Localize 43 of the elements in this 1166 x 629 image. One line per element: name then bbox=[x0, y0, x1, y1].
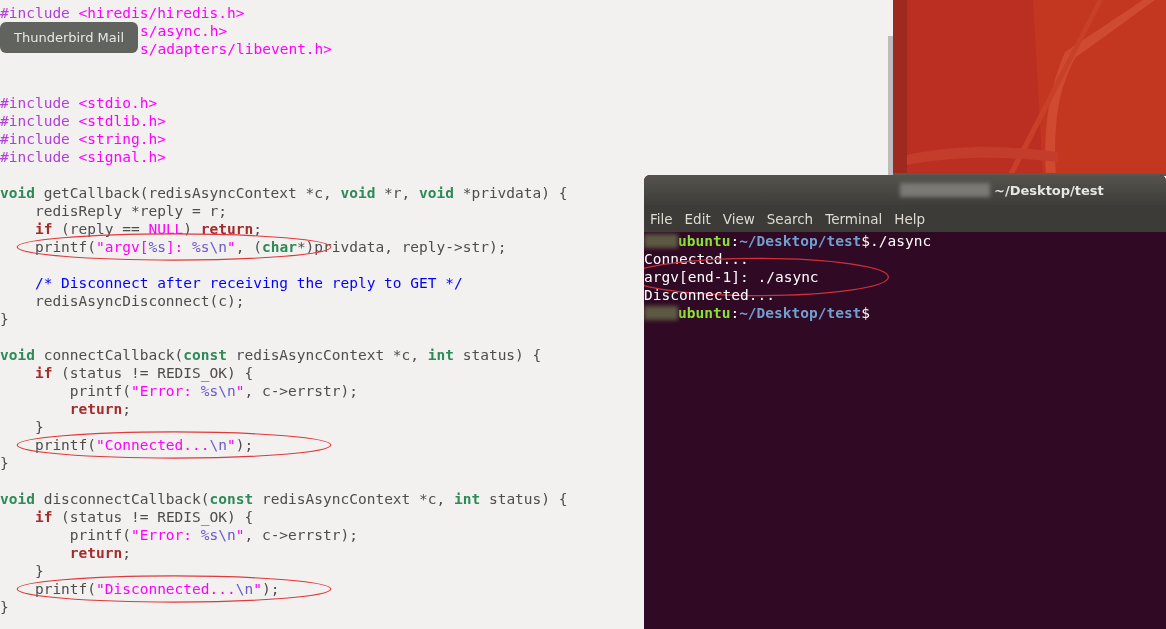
menu-item[interactable]: Terminal bbox=[825, 210, 883, 227]
code-line: } bbox=[33, 418, 44, 436]
redaction-blur bbox=[644, 234, 678, 248]
code-line: #include <hiredis/hiredis.h> bbox=[0, 4, 245, 22]
code-line: void disconnectCallback(const redisAsyncContext *c, int status) { bbox=[0, 490, 568, 508]
terminal-output: argv[end-1]: ./async bbox=[644, 268, 819, 286]
tooltip: Thunderbird Mail bbox=[0, 22, 138, 53]
redaction-blur bbox=[644, 306, 678, 320]
code-line: if (status != REDIS_OK) { bbox=[33, 508, 254, 526]
code-line: redisReply *reply = r; bbox=[33, 202, 227, 220]
menu-item[interactable]: Search bbox=[766, 210, 814, 227]
code-line: #include <string.h> bbox=[0, 130, 166, 148]
code-line: if (status != REDIS_OK) { bbox=[33, 364, 254, 382]
terminal-output: Connected... bbox=[644, 250, 749, 268]
code-line: return; bbox=[68, 400, 131, 418]
terminal-output: Disconnected... bbox=[644, 286, 775, 304]
code-line: printf("Error: %s\n", c->errstr); bbox=[68, 526, 358, 544]
code-line: void connectCallback(const redisAsyncContext *c, int status) { bbox=[0, 346, 542, 364]
code-line: } bbox=[0, 598, 9, 616]
code-line: void getCallback(redisAsyncContext *c, void *r, void *privdata) { bbox=[0, 184, 568, 202]
terminal-prompt: ubuntu:~/Desktop/test$./async bbox=[678, 232, 932, 250]
code-line: #include <stdlib.h> bbox=[0, 112, 166, 130]
code-line: printf("Error: %s\n", c->errstr); bbox=[68, 382, 358, 400]
window-title: ~/Desktop/test bbox=[994, 182, 1104, 198]
code-line: printf("Disconnected...\n"); bbox=[33, 580, 280, 598]
menu-item[interactable]: Edit bbox=[684, 210, 711, 227]
terminal-prompt: ubuntu:~/Desktop/test$ bbox=[678, 304, 871, 322]
code-line: if (reply == NULL) return; bbox=[33, 220, 262, 238]
code-line: printf("Connected...\n"); bbox=[33, 436, 254, 454]
scrollbar[interactable] bbox=[888, 36, 893, 175]
code-line: /* Disconnect after receiving the reply to GET */ bbox=[33, 274, 463, 292]
code-line: } bbox=[33, 562, 44, 580]
menu-item[interactable]: View bbox=[722, 210, 755, 227]
code-line: } bbox=[0, 454, 9, 472]
code-line: return; bbox=[68, 544, 131, 562]
code-line: redisAsyncDisconnect(c); bbox=[33, 292, 245, 310]
menu-item[interactable]: Help bbox=[894, 210, 926, 227]
code-line: } bbox=[0, 310, 9, 328]
menu-item[interactable]: File bbox=[650, 210, 673, 227]
code-line: s/async.h> bbox=[140, 22, 228, 40]
code-line: #include <stdio.h> bbox=[0, 94, 158, 112]
code-line: #include <signal.h> bbox=[0, 148, 166, 166]
code-line: s/adapters/libevent.h> bbox=[140, 40, 333, 58]
